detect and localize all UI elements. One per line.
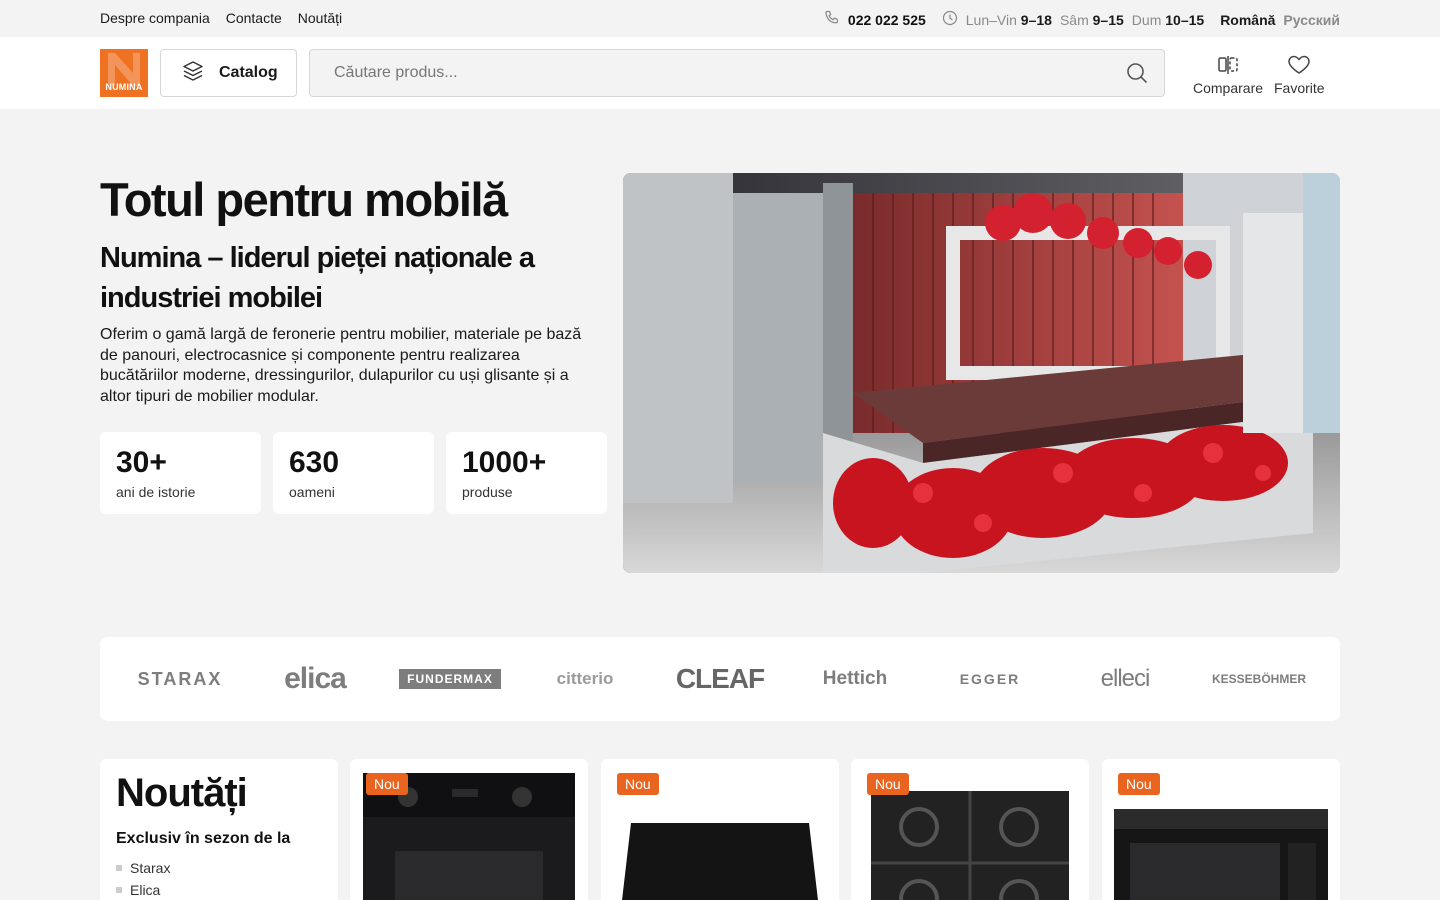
hero-image	[623, 173, 1340, 573]
catalog-button[interactable]: Catalog	[160, 49, 297, 97]
hours-saturday: 9–15	[1092, 11, 1124, 28]
compare-icon	[1217, 55, 1239, 78]
favorites-label: Favorite	[1274, 80, 1325, 96]
brands-strip: STARAX elica FUNDERMAX citterio CLEAF He…	[100, 637, 1340, 721]
top-bar: Despre compania Contacte Noutăți 022 022…	[0, 0, 1440, 37]
brand-hettich[interactable]: Hettich	[795, 657, 915, 701]
layers-icon	[181, 59, 205, 88]
compare-label: Comparare	[1193, 80, 1264, 96]
product-card[interactable]: Nou	[851, 759, 1089, 900]
heart-icon	[1287, 55, 1311, 78]
new-badge: Nou	[366, 773, 408, 795]
search-icon[interactable]	[1126, 62, 1148, 89]
brand-cleaf[interactable]: CLEAF	[660, 657, 780, 701]
novelties-brand-list: Starax Elica	[116, 860, 322, 898]
hero-subtitle: Numina – liderul pieței naționale a indu…	[100, 242, 535, 314]
search-input[interactable]	[310, 50, 1110, 96]
hours-saturday-label: Sâm	[1059, 11, 1089, 28]
stat-label: oameni	[289, 484, 335, 500]
product-card[interactable]: Nou	[350, 759, 588, 900]
hours-weekdays: 9–18	[1020, 11, 1052, 28]
product-card[interactable]: Nou	[601, 759, 839, 900]
brand-kessebohmer[interactable]: KESSEBÖHMER	[1199, 657, 1319, 701]
stat-card: 630 oameni	[273, 432, 434, 514]
hours-weekdays-label: Lun–Vin	[965, 11, 1017, 28]
hours-sunday: 10–15	[1165, 11, 1205, 28]
lang-russian[interactable]: Русский	[1283, 12, 1340, 28]
header: NUMINA Catalog Comparare Favorite	[0, 37, 1440, 109]
phone[interactable]: 022 022 525	[824, 10, 926, 29]
product-card[interactable]: Nou	[1102, 759, 1340, 900]
phone-number: 022 022 525	[847, 11, 926, 28]
search-bar	[309, 49, 1165, 97]
hero-title: Totul pentru mobilă	[100, 173, 508, 226]
novelties-subtitle: Exclusiv în sezon de la	[116, 830, 291, 847]
brand-elica[interactable]: elica	[255, 657, 375, 701]
link-contacts[interactable]: Contacte	[226, 10, 282, 26]
logo[interactable]: NUMINA	[100, 49, 148, 97]
working-hours: Lun–Vin 9–18 Sâm 9–15 Dum 10–15	[942, 10, 1204, 29]
compare-button[interactable]: Comparare	[1193, 55, 1263, 96]
hours-sunday-label: Dum	[1131, 11, 1162, 28]
stat-card: 1000+ produse	[446, 432, 607, 514]
novelties-card: Noutăți Exclusiv în sezon de la Starax E…	[100, 759, 338, 900]
novelties-title: Noutăți	[116, 771, 248, 815]
stat-card: 30+ ani de istorie	[100, 432, 261, 514]
catalog-label: Catalog	[219, 64, 278, 81]
link-news[interactable]: Noutăți	[298, 10, 342, 26]
link-about[interactable]: Despre compania	[100, 10, 210, 26]
new-badge: Nou	[867, 773, 909, 795]
brand-elleci[interactable]: elleci	[1065, 657, 1185, 701]
new-badge: Nou	[1118, 773, 1160, 795]
stat-value: 630	[289, 446, 340, 479]
new-badge: Nou	[617, 773, 659, 795]
list-item[interactable]: Elica	[116, 882, 322, 898]
clock-icon	[942, 10, 958, 29]
brand-fundermax[interactable]: FUNDERMAX	[390, 657, 510, 701]
brand-citterio[interactable]: citterio	[525, 657, 645, 701]
list-item[interactable]: Starax	[116, 860, 322, 876]
phone-icon	[824, 10, 840, 29]
lang-romanian[interactable]: Română	[1220, 12, 1275, 28]
favorites-button[interactable]: Favorite	[1274, 55, 1325, 96]
brand-starax[interactable]: STARAX	[120, 657, 240, 701]
brand-egger[interactable]: EGGER	[930, 657, 1050, 701]
brand-fundermax-label: FUNDERMAX	[399, 669, 501, 689]
stat-value: 1000+	[462, 446, 547, 479]
top-right: 022 022 525 Lun–Vin 9–18 Sâm 9–15 Dum 10…	[824, 10, 1340, 29]
hero-description: Oferim o gamă largă de feronerie pentru …	[100, 326, 582, 405]
top-links: Despre compania Contacte Noutăți	[100, 10, 342, 26]
stat-label: produse	[462, 484, 513, 500]
stat-value: 30+	[116, 446, 167, 479]
logo-text: NUMINA	[105, 82, 143, 92]
stat-label: ani de istorie	[116, 484, 196, 500]
